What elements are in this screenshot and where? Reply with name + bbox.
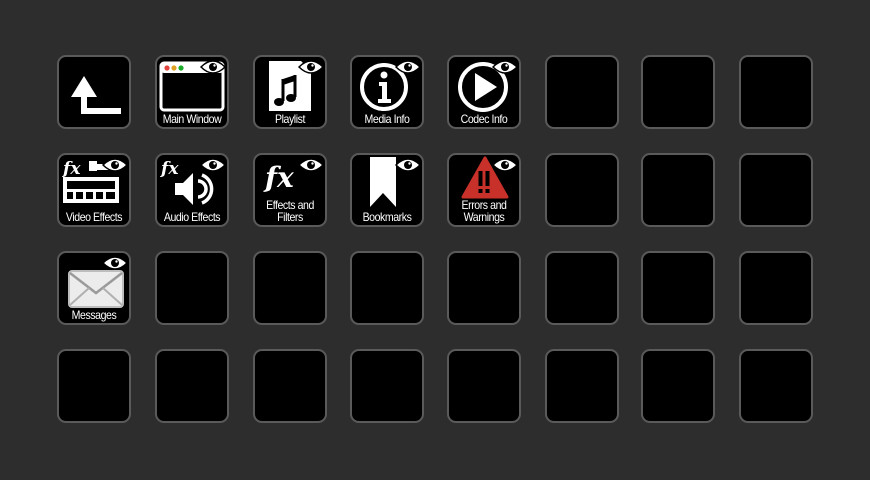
svg-text:fx: fx: [263, 161, 294, 194]
empty-key[interactable]: [641, 251, 715, 325]
eye-icon: [395, 60, 421, 74]
empty-key[interactable]: [350, 251, 424, 325]
empty-key[interactable]: [545, 251, 619, 325]
empty-key[interactable]: [739, 55, 813, 129]
eye-icon: [200, 158, 226, 172]
empty-key[interactable]: [447, 251, 521, 325]
empty-key[interactable]: [739, 251, 813, 325]
eye-icon: [492, 60, 518, 74]
eye-icon: [102, 158, 128, 172]
messages-button[interactable]: Messages: [57, 251, 131, 325]
empty-key[interactable]: [57, 349, 131, 423]
key-label: Media Info: [364, 112, 410, 126]
audio-effects-button[interactable]: fx Audio Effects: [155, 153, 229, 227]
empty-key[interactable]: [155, 349, 229, 423]
empty-key[interactable]: [641, 349, 715, 423]
effects-and-filters-button[interactable]: fx Effects and Filters: [253, 153, 327, 227]
empty-key[interactable]: [545, 153, 619, 227]
media-info-button[interactable]: Media Info: [350, 55, 424, 129]
empty-key[interactable]: [739, 349, 813, 423]
stream-deck: Main Window Playlist Media Info Codec In…: [0, 0, 870, 480]
eye-icon: [298, 60, 324, 74]
empty-key[interactable]: [350, 349, 424, 423]
empty-key[interactable]: [447, 349, 521, 423]
codec-info-button[interactable]: Codec Info: [447, 55, 521, 129]
eye-icon: [200, 60, 226, 74]
svg-text:fx: fx: [160, 159, 179, 179]
key-label: Video Effects: [65, 210, 123, 224]
back-button[interactable]: [57, 55, 131, 129]
eye-icon: [102, 256, 128, 270]
empty-key[interactable]: [545, 55, 619, 129]
empty-key[interactable]: [641, 55, 715, 129]
empty-key[interactable]: [739, 153, 813, 227]
empty-key[interactable]: [155, 251, 229, 325]
bookmarks-button[interactable]: Bookmarks: [350, 153, 424, 227]
key-label: Effects and Filters: [266, 198, 314, 224]
svg-text:fx: fx: [62, 159, 81, 179]
key-label: Messages: [71, 308, 117, 322]
errors-and-warnings-button[interactable]: Errors and Warnings: [447, 153, 521, 227]
empty-key[interactable]: [253, 349, 327, 423]
eye-icon: [395, 158, 421, 172]
key-label: Codec Info: [460, 112, 508, 126]
video-effects-button[interactable]: fx Video Effects: [57, 153, 131, 227]
main-window-button[interactable]: Main Window: [155, 55, 229, 129]
key-label: Bookmarks: [362, 210, 412, 224]
empty-key[interactable]: [253, 251, 327, 325]
key-label: Playlist: [275, 112, 305, 126]
key-label: Main Window: [162, 112, 222, 126]
playlist-button[interactable]: Playlist: [253, 55, 327, 129]
back-arrow-icon: [71, 76, 121, 114]
key-label: Audio Effects: [163, 210, 221, 224]
empty-key[interactable]: [545, 349, 619, 423]
eye-icon: [492, 158, 518, 172]
key-label: Errors and Warnings: [461, 198, 507, 224]
eye-icon: [298, 158, 324, 172]
empty-key[interactable]: [641, 153, 715, 227]
